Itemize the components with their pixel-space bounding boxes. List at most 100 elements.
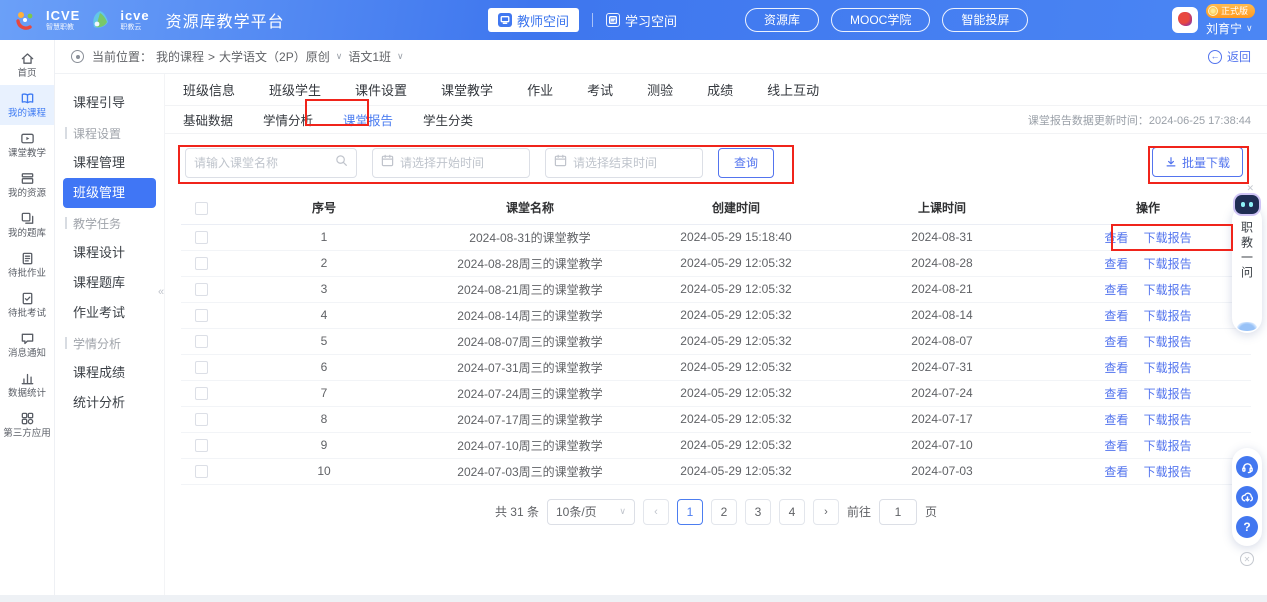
row-checkbox[interactable] xyxy=(195,465,208,478)
page-number-button[interactable]: 2 xyxy=(711,499,737,525)
toolbar-close-icon[interactable]: ✕ xyxy=(1240,552,1254,566)
learning-space-button[interactable]: 学习空间 xyxy=(606,11,677,30)
main-tab[interactable]: 考试 xyxy=(587,80,613,99)
page-size-select[interactable]: 10条/页 ∨ xyxy=(547,499,635,525)
download-report-link[interactable]: 下载报告 xyxy=(1144,257,1192,271)
help-icon[interactable]: ? xyxy=(1236,516,1258,538)
batch-download-button[interactable]: 批量下载 xyxy=(1152,147,1243,177)
row-checkbox[interactable] xyxy=(195,283,208,296)
sub-tab[interactable]: 学情分析 xyxy=(263,110,313,129)
view-link[interactable]: 查看 xyxy=(1104,361,1128,375)
sidebar-item[interactable]: 课程题库 xyxy=(55,268,164,298)
avatar[interactable] xyxy=(1172,7,1198,33)
view-link[interactable]: 查看 xyxy=(1104,335,1128,349)
header-quick-link[interactable]: 智能投屏 xyxy=(942,8,1028,32)
row-checkbox[interactable] xyxy=(195,231,208,244)
rail-item-question-bank[interactable]: 我的题库 xyxy=(0,205,54,245)
rail-item-message[interactable]: 消息通知 xyxy=(0,325,54,365)
view-link[interactable]: 查看 xyxy=(1104,387,1128,401)
end-time-input[interactable] xyxy=(573,156,694,170)
assistant-close-icon[interactable]: ✕ xyxy=(1246,183,1254,194)
row-created-time: 2024-05-29 12:05:32 xyxy=(633,458,839,484)
header-quick-link[interactable]: 资源库 xyxy=(745,8,819,32)
class-name-input[interactable] xyxy=(194,156,329,170)
sub-tab[interactable]: 课堂报告 xyxy=(343,110,393,129)
query-button[interactable]: 查询 xyxy=(718,148,774,178)
view-link[interactable]: 查看 xyxy=(1104,465,1128,479)
download-report-link[interactable]: 下载报告 xyxy=(1144,361,1192,375)
breadcrumb-my-courses[interactable]: 我的课程 xyxy=(156,48,204,65)
sub-tab[interactable]: 学生分类 xyxy=(423,110,473,129)
page-number-button[interactable]: 1 xyxy=(677,499,703,525)
row-checkbox[interactable] xyxy=(195,387,208,400)
search-icon[interactable] xyxy=(335,154,348,172)
view-link[interactable]: 查看 xyxy=(1104,231,1128,245)
select-all-checkbox[interactable] xyxy=(195,202,208,215)
customer-service-icon[interactable] xyxy=(1236,456,1258,478)
download-report-link[interactable]: 下载报告 xyxy=(1144,413,1192,427)
row-checkbox[interactable] xyxy=(195,413,208,426)
goto-page-input[interactable] xyxy=(879,499,917,525)
user-menu[interactable]: 刘育宁 ∨ xyxy=(1206,20,1253,37)
next-page-button[interactable]: › xyxy=(813,499,839,525)
main-tab[interactable]: 作业 xyxy=(527,80,553,99)
row-class-time: 2024-07-31 xyxy=(839,354,1045,380)
download-report-link[interactable]: 下载报告 xyxy=(1144,231,1192,245)
page-number-button[interactable]: 3 xyxy=(745,499,771,525)
rail-item-stats[interactable]: 数据统计 xyxy=(0,365,54,405)
rail-item-resources[interactable]: 我的资源 xyxy=(0,165,54,205)
sidebar-item[interactable]: 课程管理 xyxy=(55,148,164,178)
rail-item-apps[interactable]: 第三方应用 xyxy=(0,405,54,445)
row-checkbox[interactable] xyxy=(195,257,208,270)
row-checkbox[interactable] xyxy=(195,335,208,348)
prev-page-button[interactable]: ‹ xyxy=(643,499,669,525)
breadcrumb-class-dropdown[interactable]: 语文1班 xyxy=(348,48,391,65)
header-quick-link[interactable]: MOOC学院 xyxy=(831,8,930,32)
page-number-button[interactable]: 4 xyxy=(779,499,805,525)
sub-tab[interactable]: 基础数据 xyxy=(183,110,233,129)
main-tab[interactable]: 课堂教学 xyxy=(441,80,493,99)
row-checkbox[interactable] xyxy=(195,309,208,322)
sidebar-item[interactable]: 课程成绩 xyxy=(55,358,164,388)
sidebar-item[interactable]: 课程引导 xyxy=(55,88,164,118)
row-checkbox[interactable] xyxy=(195,361,208,374)
main-tab[interactable]: 班级学生 xyxy=(269,80,321,99)
view-link[interactable]: 查看 xyxy=(1104,309,1128,323)
download-report-link[interactable]: 下载报告 xyxy=(1144,309,1192,323)
main-tab[interactable]: 线上互动 xyxy=(767,80,819,99)
sidebar-item[interactable]: 课程设计 xyxy=(55,238,164,268)
main-tab[interactable]: 班级信息 xyxy=(183,80,235,99)
rail-item-homework[interactable]: 待批作业 xyxy=(0,245,54,285)
view-link[interactable]: 查看 xyxy=(1104,439,1128,453)
download-report-link[interactable]: 下载报告 xyxy=(1144,283,1192,297)
main-tab[interactable]: 测验 xyxy=(647,80,673,99)
sidebar-item[interactable]: 作业考试 xyxy=(55,298,164,328)
download-report-link[interactable]: 下载报告 xyxy=(1144,465,1192,479)
rail-item-courses[interactable]: 我的课程 xyxy=(0,85,54,125)
goto-label: 前往 xyxy=(847,503,871,520)
row-checkbox[interactable] xyxy=(195,439,208,452)
sidebar-collapse-icon[interactable]: « xyxy=(158,286,164,298)
download-report-link[interactable]: 下载报告 xyxy=(1144,387,1192,401)
rail-item-classroom[interactable]: 课堂教学 xyxy=(0,125,54,165)
download-report-link[interactable]: 下载报告 xyxy=(1144,439,1192,453)
cloud-download-icon[interactable] xyxy=(1236,486,1258,508)
rail-item-exam[interactable]: 待批考试 xyxy=(0,285,54,325)
view-link[interactable]: 查看 xyxy=(1104,413,1128,427)
start-time-input[interactable] xyxy=(400,156,521,170)
teacher-space-button[interactable]: 教师空间 xyxy=(488,8,579,32)
row-class-time: 2024-07-10 xyxy=(839,432,1045,458)
view-link[interactable]: 查看 xyxy=(1104,283,1128,297)
main-tab[interactable]: 成绩 xyxy=(707,80,733,99)
download-report-link[interactable]: 下载报告 xyxy=(1144,335,1192,349)
row-created-time: 2024-05-29 12:05:32 xyxy=(633,302,839,328)
main-tab[interactable]: 课件设置 xyxy=(355,80,407,99)
sidebar-item[interactable]: 统计分析 xyxy=(55,388,164,418)
back-button[interactable]: ← 返回 xyxy=(1208,48,1251,65)
apps-icon xyxy=(20,411,35,426)
rail-item-home[interactable]: 首页 xyxy=(0,45,54,85)
sidebar-item[interactable]: 班级管理 xyxy=(63,178,156,208)
ai-assistant-widget[interactable]: ✕ 职教一问 xyxy=(1232,205,1262,333)
view-link[interactable]: 查看 xyxy=(1104,257,1128,271)
breadcrumb-course-dropdown[interactable]: 大学语文（2P）原创 xyxy=(219,48,330,65)
